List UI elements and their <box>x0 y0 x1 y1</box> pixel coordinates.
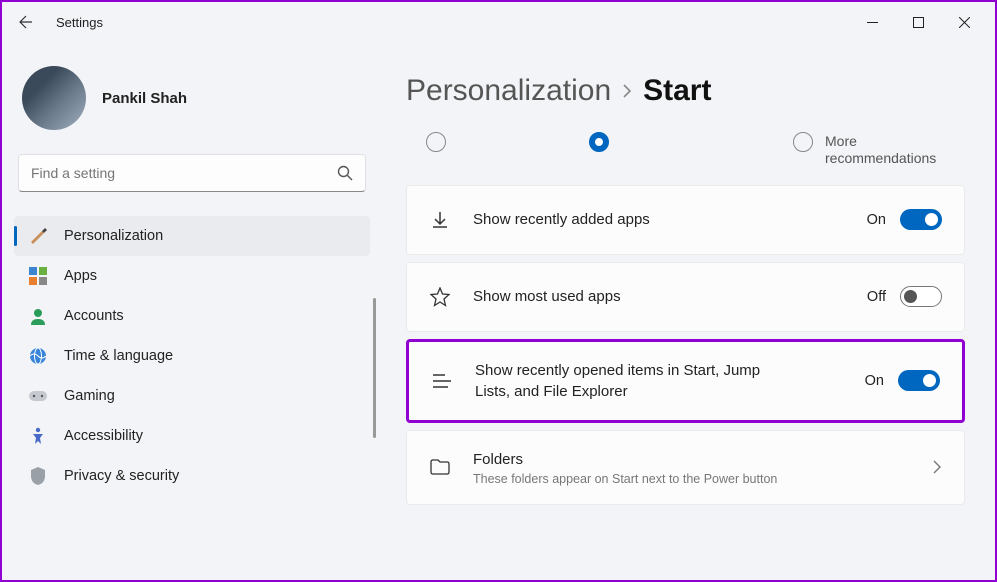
toggle-state: On <box>865 373 884 389</box>
sidebar-item-label: Accessibility <box>64 428 143 444</box>
sidebar-item-label: Time & language <box>64 348 173 364</box>
search-icon <box>337 165 353 181</box>
accessibility-icon <box>28 426 48 446</box>
radio-more-pins[interactable]: More pins <box>426 132 519 167</box>
gamepad-icon <box>28 386 48 406</box>
breadcrumb-current: Start <box>643 74 711 108</box>
radio-icon <box>426 132 446 152</box>
sidebar-item-privacy[interactable]: Privacy & security <box>14 456 370 496</box>
minimize-button[interactable] <box>849 6 895 38</box>
setting-most-used-apps: Show most used apps Off <box>406 262 965 332</box>
brush-icon <box>28 226 48 246</box>
globe-icon <box>28 346 48 366</box>
toggle-switch[interactable] <box>900 286 942 307</box>
sidebar-item-time-language[interactable]: Time & language <box>14 336 370 376</box>
toggle-switch[interactable] <box>900 209 942 230</box>
list-icon <box>431 370 453 392</box>
setting-recently-added-apps: Show recently added apps On <box>406 185 965 255</box>
maximize-icon <box>913 17 924 28</box>
sidebar-item-label: Gaming <box>64 388 115 404</box>
download-icon <box>429 209 451 231</box>
sidebar-item-label: Privacy & security <box>64 468 179 484</box>
toggle-state: Off <box>867 289 886 305</box>
user-name: Pankil Shah <box>102 90 187 107</box>
back-button[interactable] <box>10 6 42 38</box>
folder-icon <box>429 456 451 478</box>
sidebar-item-accessibility[interactable]: Accessibility <box>14 416 370 456</box>
close-icon <box>959 17 970 28</box>
minimize-icon <box>867 17 878 28</box>
close-button[interactable] <box>941 6 987 38</box>
sidebar-item-label: Apps <box>64 268 97 284</box>
sidebar-item-gaming[interactable]: Gaming <box>14 376 370 416</box>
arrow-left-icon <box>18 14 34 30</box>
search-field[interactable] <box>31 165 337 181</box>
shield-icon <box>28 466 48 486</box>
setting-title: Show most used apps <box>473 286 845 307</box>
sidebar-item-accounts[interactable]: Accounts <box>14 296 370 336</box>
breadcrumb: Personalization Start <box>406 42 965 128</box>
chevron-right-icon <box>932 460 942 474</box>
sidebar-item-label: Accounts <box>64 308 124 324</box>
radio-icon <box>793 132 813 152</box>
setting-title: Folders <box>473 449 900 470</box>
setting-subtitle: These folders appear on Start next to th… <box>473 472 900 486</box>
radio-label: Default <box>621 132 665 134</box>
sidebar-item-apps[interactable]: Apps <box>14 256 370 296</box>
radio-label: More recommendations <box>825 132 945 167</box>
search-input[interactable] <box>18 154 366 192</box>
setting-title: Show recently opened items in Start, Jum… <box>475 360 775 402</box>
user-profile[interactable]: Pankil Shah <box>14 42 370 154</box>
chevron-right-icon <box>621 83 633 99</box>
person-icon <box>28 306 48 326</box>
maximize-button[interactable] <box>895 6 941 38</box>
window-title: Settings <box>56 15 103 30</box>
radio-default[interactable]: Default <box>589 132 665 167</box>
scrollbar[interactable] <box>373 298 376 438</box>
radio-label: More pins <box>458 132 519 134</box>
avatar <box>22 66 86 130</box>
breadcrumb-parent[interactable]: Personalization <box>406 74 611 108</box>
star-icon <box>429 286 451 308</box>
apps-icon <box>28 266 48 286</box>
radio-more-recommendations[interactable]: More recommendations <box>793 132 945 167</box>
setting-title: Show recently added apps <box>473 209 845 230</box>
sidebar-item-personalization[interactable]: Personalization <box>14 216 370 256</box>
radio-icon <box>589 132 609 152</box>
setting-folders[interactable]: Folders These folders appear on Start ne… <box>406 430 965 505</box>
sidebar-item-label: Personalization <box>64 228 163 244</box>
setting-recent-items: Show recently opened items in Start, Jum… <box>406 339 965 423</box>
toggle-state: On <box>867 212 886 228</box>
toggle-switch[interactable] <box>898 370 940 391</box>
